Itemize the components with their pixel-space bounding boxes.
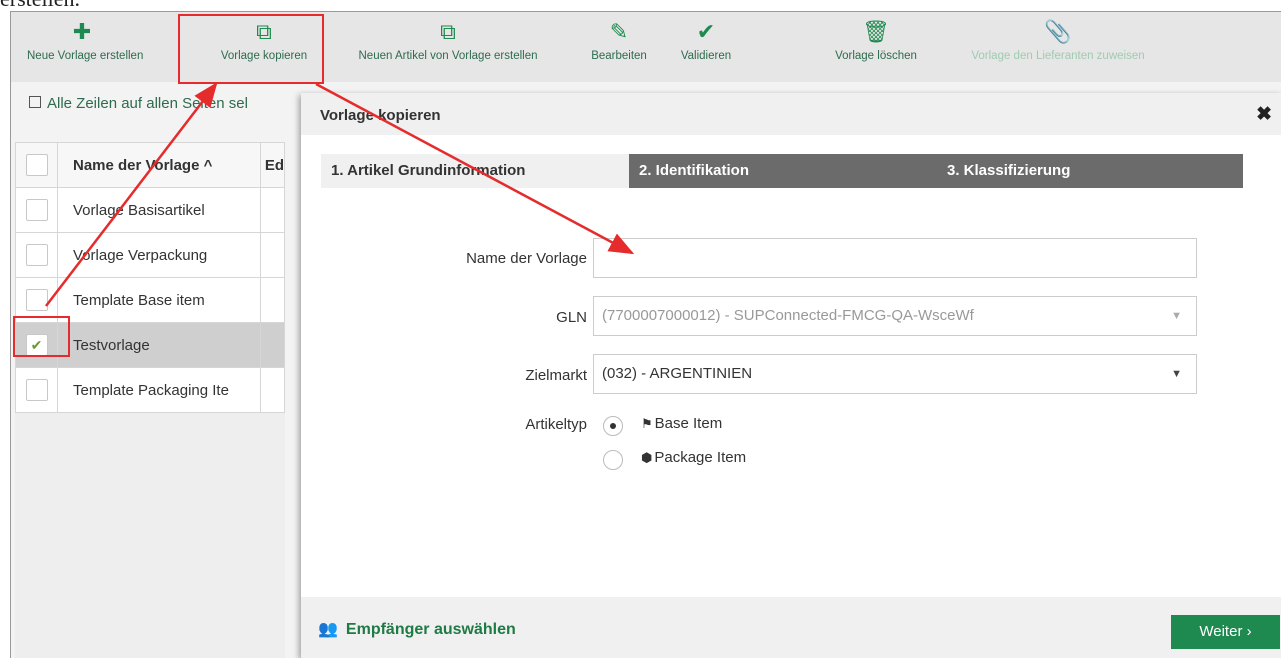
arrow-to-name-field (315, 82, 635, 255)
annotation-arrows (45, 82, 635, 307)
arrow-to-copy-button (45, 82, 218, 307)
